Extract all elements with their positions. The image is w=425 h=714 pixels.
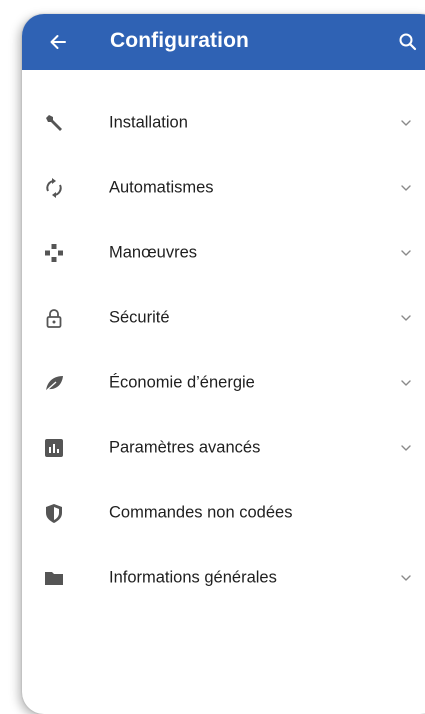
wrench-icon	[43, 112, 65, 134]
menu-item-installation[interactable]: Installation	[22, 90, 425, 155]
lock-icon	[43, 307, 65, 329]
menu-item-informations-generales[interactable]: Informations générales	[22, 545, 425, 610]
chevron-down-icon	[400, 377, 412, 389]
page-title: Configuration	[110, 29, 249, 52]
sync-icon	[43, 177, 65, 199]
chevron-down-icon	[400, 247, 412, 259]
chevron-down-icon	[400, 312, 412, 324]
menu-item-manoeuvres[interactable]: Manœuvres	[22, 220, 425, 285]
search-icon	[398, 32, 418, 52]
menu-item-label: Commandes non codées	[109, 503, 293, 521]
menu-item-automatismes[interactable]: Automatismes	[22, 155, 425, 220]
menu-item-label: Installation	[109, 113, 188, 131]
menu-item-label: Paramètres avancés	[109, 438, 261, 456]
menu-item-label: Économie d’énergie	[109, 373, 255, 391]
menu-item-commandes-non-codees[interactable]: Commandes non codées	[22, 480, 425, 545]
menu-item-label: Manœuvres	[109, 243, 198, 261]
menu-item-label: Informations générales	[109, 568, 277, 586]
shield-icon	[43, 502, 65, 524]
chevron-down-icon	[400, 117, 412, 129]
search-button[interactable]	[396, 30, 420, 54]
arrow-left-icon	[48, 32, 68, 52]
phone-screen: Configuration Installation Automatismes …	[22, 14, 425, 714]
chevron-down-icon	[400, 182, 412, 194]
configuration-menu: Installation Automatismes Manœuvres Sécu…	[22, 90, 425, 610]
chevron-down-icon	[400, 442, 412, 454]
menu-item-label: Sécurité	[109, 308, 170, 326]
chevron-down-icon	[400, 572, 412, 584]
menu-item-economie-energie[interactable]: Économie d’énergie	[22, 350, 425, 415]
back-button[interactable]	[44, 28, 72, 56]
bar-chart-icon	[43, 437, 65, 459]
move-arrows-icon	[43, 242, 65, 264]
app-bar: Configuration	[22, 14, 425, 70]
menu-item-label: Automatismes	[109, 178, 214, 196]
menu-item-parametres-avances[interactable]: Paramètres avancés	[22, 415, 425, 480]
folder-icon	[43, 567, 65, 589]
leaf-icon	[43, 372, 65, 394]
menu-item-securite[interactable]: Sécurité	[22, 285, 425, 350]
